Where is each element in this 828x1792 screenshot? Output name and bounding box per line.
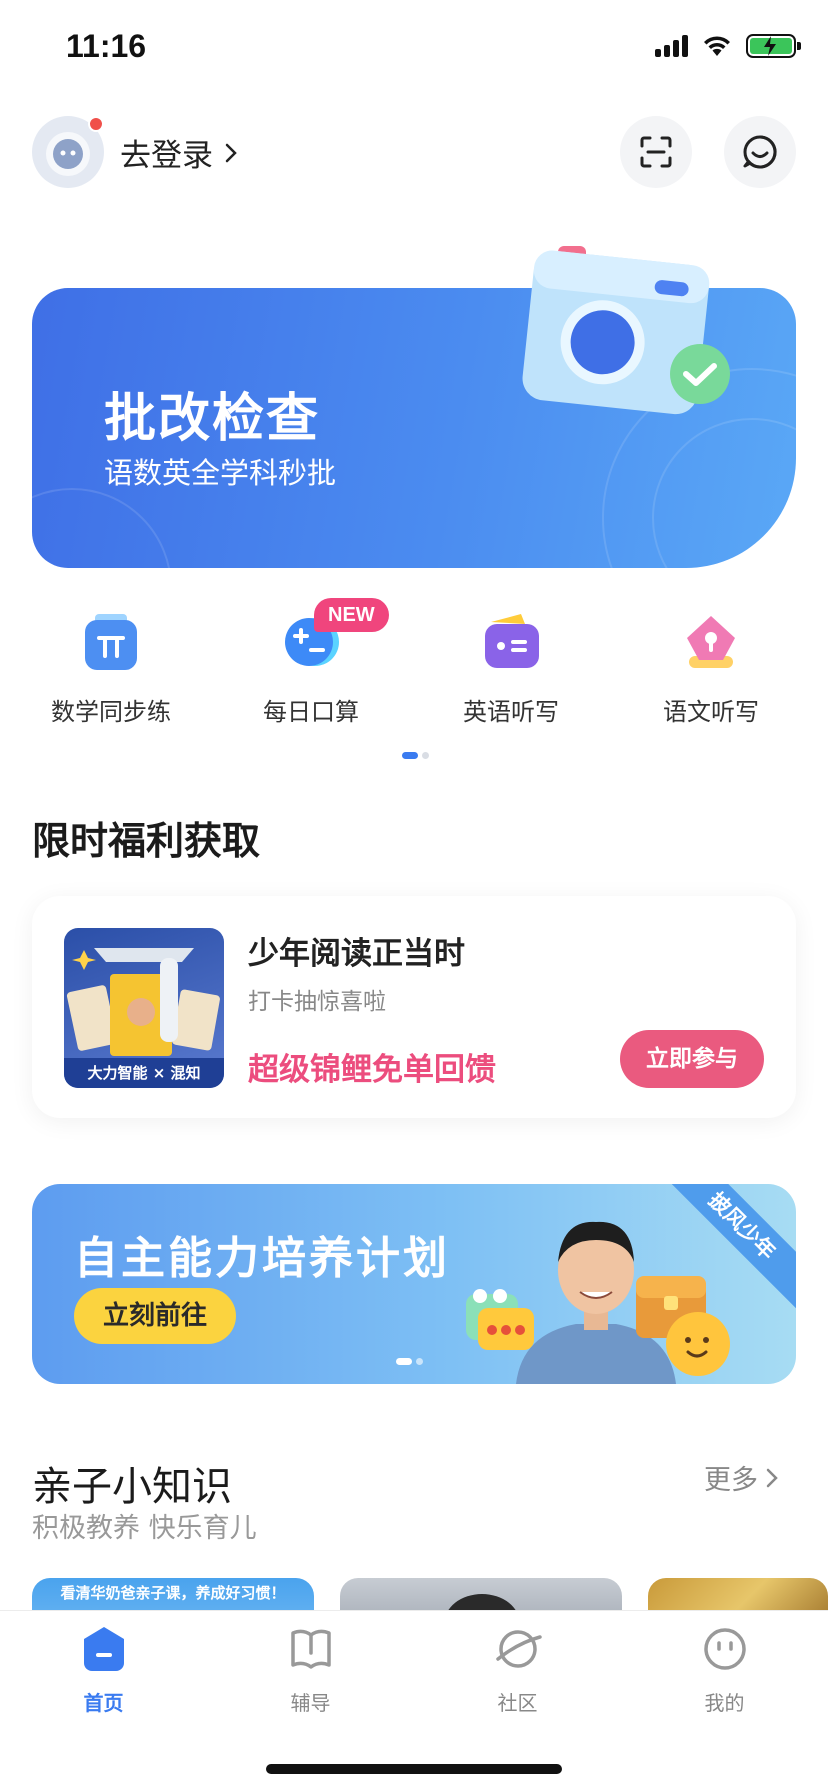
promo-title: 自主能力培养计划 (74, 1233, 450, 1284)
top-header: 去登录 (0, 112, 828, 192)
english-dictation-icon (485, 614, 539, 668)
welfare-section-title: 限时福利获取 (32, 819, 261, 863)
new-badge: NEW (314, 598, 389, 632)
wifi-icon (704, 36, 730, 56)
chinese-dictation-icon (687, 616, 735, 668)
thumbnail-caption: 大力智能 × 混知 (64, 1058, 224, 1088)
feature-grid: 数学同步练 每日口算 英语听写 语文听写 (0, 600, 828, 730)
message-icon (743, 135, 777, 169)
planet-icon (496, 1630, 542, 1668)
feature-label: 语文听写 (663, 698, 759, 726)
status-bar: 11:16 (0, 0, 828, 100)
feature-math-practice[interactable]: 数学同步练 (16, 600, 206, 730)
feature-english-dictation[interactable]: 英语听写 (416, 600, 606, 730)
join-button[interactable]: 立即参与 (620, 1030, 764, 1088)
knowledge-card-caption: 看清华奶爸亲子课，养成好习惯！ (60, 1584, 286, 1602)
battery-icon (746, 34, 801, 58)
tab-label: 社区 (497, 1691, 538, 1715)
chevron-right-icon (225, 143, 237, 162)
more-link[interactable]: 更多 (704, 1458, 778, 1497)
knowledge-subtitle: 积极教养 快乐育儿 (32, 1513, 257, 1544)
feature-chinese-dictation[interactable]: 语文听写 (616, 600, 806, 730)
welfare-highlight: 超级锦鲤免单回馈 (248, 1052, 496, 1088)
camera-icon (522, 246, 730, 415)
tab-home[interactable]: 首页 (0, 1625, 207, 1725)
login-link[interactable]: 去登录 (120, 130, 237, 175)
feature-label: 每日口算 (263, 698, 359, 726)
face-icon (704, 1628, 746, 1670)
welfare-card[interactable]: 大力智能 × 混知 少年阅读正当时 打卡抽惊喜啦 超级锦鲤免单回馈 立即参与 (32, 896, 796, 1118)
chevron-right-icon (766, 1468, 778, 1487)
status-time: 11:16 (66, 28, 147, 64)
tab-tutoring[interactable]: 辅导 (207, 1625, 414, 1725)
self-ability-plan-banner[interactable]: 自主能力培养计划 立刻前往 披风少年 (32, 1184, 796, 1384)
book-icon (291, 1629, 331, 1669)
welfare-title: 少年阅读正当时 (248, 936, 465, 972)
cellular-signal-icon (655, 35, 688, 57)
go-now-button[interactable]: 立刻前往 (74, 1288, 236, 1344)
promo-page-indicator (396, 1358, 423, 1365)
scan-icon (640, 136, 672, 168)
knowledge-section-title: 亲子小知识 (32, 1464, 232, 1510)
status-icons (655, 34, 801, 58)
home-indicator (266, 1764, 562, 1774)
pi-icon (85, 614, 137, 670)
tab-label: 辅导 (290, 1691, 331, 1715)
feature-label: 数学同步练 (51, 698, 171, 726)
login-label: 去登录 (120, 138, 213, 174)
hero-subtitle: 语数英全学科秒批 (104, 456, 337, 490)
welfare-subtitle: 打卡抽惊喜啦 (248, 989, 386, 1015)
notification-dot (88, 116, 104, 132)
tab-profile[interactable]: 我的 (621, 1625, 828, 1725)
hero-title: 批改检查 (104, 389, 321, 449)
scan-button[interactable] (620, 116, 692, 188)
more-label: 更多 (704, 1465, 758, 1496)
tab-label: 我的 (704, 1691, 745, 1715)
message-button[interactable] (724, 116, 796, 188)
tab-community[interactable]: 社区 (414, 1625, 621, 1725)
welfare-thumbnail: 大力智能 × 混知 (64, 928, 224, 1088)
feature-page-indicator (402, 752, 429, 759)
home-icon (84, 1627, 124, 1671)
feature-label: 英语听写 (463, 698, 559, 726)
tab-label: 首页 (83, 1691, 124, 1715)
